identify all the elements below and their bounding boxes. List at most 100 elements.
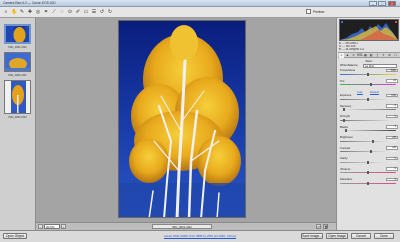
histogram-graph <box>340 21 398 40</box>
param-value-field[interactable]: 0 <box>386 114 398 118</box>
panel-tab-9[interactable]: ☐ <box>393 53 398 58</box>
param-label: Recovery <box>340 104 352 108</box>
section-title: Basic <box>365 59 373 63</box>
param-label: Exposure <box>340 94 352 97</box>
slider-handle[interactable] <box>369 150 372 154</box>
zoom-in-button[interactable]: + <box>61 224 66 229</box>
panel-tab-5[interactable]: ◧ <box>369 53 374 58</box>
rotate-left-icon[interactable]: ↺ <box>99 9 105 15</box>
preview-checkbox[interactable] <box>306 9 311 14</box>
panel-tab-0[interactable]: ◐ <box>339 53 344 58</box>
slider-handle[interactable] <box>367 97 369 101</box>
slider-handle[interactable] <box>342 118 345 122</box>
thumb-caption: IMG_0001.CR2 <box>8 46 27 49</box>
param-value-field[interactable]: +25 <box>386 146 398 150</box>
photo-birch-trees <box>119 21 245 217</box>
param-slider[interactable] <box>340 84 396 86</box>
param-value-field[interactable]: +5 <box>386 79 398 83</box>
rotate-ccw-icon[interactable]: ↺ <box>316 224 321 229</box>
param-value-field[interactable]: 0.00 <box>386 93 398 97</box>
panel-tab-4[interactable]: ▦ <box>363 53 368 58</box>
param-label: Temperature <box>340 69 356 72</box>
preferences-icon[interactable]: ☰ <box>91 9 97 15</box>
param-label: Contrast <box>340 146 351 150</box>
hand-icon[interactable]: ✋ <box>11 9 17 15</box>
slider-handle[interactable] <box>342 108 345 112</box>
param-label: Clarity <box>340 157 348 160</box>
bottom-bar: Open Object Adobe RGB (1998); 8 bit; 388… <box>0 230 400 242</box>
param-slider[interactable] <box>340 109 396 111</box>
white-balance-label: White Balance: <box>340 64 359 67</box>
auto-link[interactable]: Auto <box>357 90 363 94</box>
canvas-status-bar: − 20.5% + IMG_0001.CR2 ↺ 🗑 <box>36 222 336 230</box>
toolbar: ⌕ ✋ ✎ ✚ ◎ ⌗ ⟋ ◌ ⊙ ✐ ▭ ☰ ↺ ↻ Preview <box>0 7 400 18</box>
thumb-caption: IMG_0003.CR2 <box>8 116 27 119</box>
open-image-button[interactable]: Open Image <box>326 233 348 239</box>
param-slider[interactable] <box>340 130 396 132</box>
white-balance-select[interactable]: As Shot <box>363 63 397 68</box>
crop-icon[interactable]: ⌗ <box>43 9 49 15</box>
slider-handle[interactable] <box>369 83 372 87</box>
slider-handle[interactable] <box>367 181 369 185</box>
preview-label: Preview <box>313 10 325 14</box>
rotate-right-icon[interactable]: ↻ <box>107 9 113 15</box>
param-label: Saturation <box>340 178 353 181</box>
thumb-image <box>6 26 29 42</box>
thumb-image <box>5 81 30 113</box>
panel-tab-3[interactable]: HSL <box>357 53 363 58</box>
histogram <box>339 19 399 41</box>
param-value-field[interactable]: 0 <box>386 167 398 171</box>
filmstrip-thumb-3[interactable] <box>4 80 31 114</box>
red-eye-icon[interactable]: ⊙ <box>67 9 73 15</box>
param-slider[interactable] <box>340 140 396 142</box>
zoom-level-select[interactable]: 20.5% <box>44 224 60 229</box>
slider-handle[interactable] <box>367 160 369 164</box>
param-value-field[interactable]: 0 <box>386 177 398 181</box>
param-value-field[interactable]: 0 <box>386 156 398 160</box>
graduated-filter-icon[interactable]: ▭ <box>83 9 89 15</box>
straighten-icon[interactable]: ⟋ <box>51 9 57 15</box>
default-link[interactable]: Default <box>370 90 379 94</box>
spot-removal-icon[interactable]: ◌ <box>59 9 65 15</box>
param-value-field[interactable]: 5 <box>386 125 398 129</box>
zoom-icon[interactable]: ⌕ <box>3 9 9 15</box>
param-value-field[interactable]: 0 <box>386 104 398 108</box>
minimize-button[interactable]: – <box>369 1 377 6</box>
thumb-caption: IMG_0002.CR2 <box>8 74 27 77</box>
param-slider[interactable] <box>340 151 396 153</box>
param-label: Blacks <box>340 125 348 129</box>
adjustment-brush-icon[interactable]: ✐ <box>75 9 81 15</box>
workflow-options-link[interactable]: Adobe RGB (1998); 8 bit; 3888 by 2592 (1… <box>150 234 250 238</box>
delete-icon[interactable]: 🗑 <box>323 224 328 229</box>
window-title: Camera Raw 6.0 — Canon EOS 40D <box>3 1 56 5</box>
close-button[interactable]: × <box>388 1 396 6</box>
param-value-field[interactable]: +50 <box>386 135 398 139</box>
title-bar: Camera Raw 6.0 — Canon EOS 40D – □ × <box>0 0 400 7</box>
color-sampler-icon[interactable]: ✚ <box>27 9 33 15</box>
param-slider[interactable] <box>340 119 396 121</box>
panel-tab-6[interactable]: ƒ <box>375 53 380 58</box>
panel-tab-1[interactable]: ▲ <box>345 53 350 58</box>
filmstrip: IMG_0001.CR2 IMG_0002.CR2 IMG_0003.CR2 <box>0 18 36 230</box>
cancel-button[interactable]: Cancel <box>351 233 371 239</box>
slider-handle[interactable] <box>367 171 369 175</box>
slider-handle[interactable] <box>367 72 369 76</box>
param-value-field[interactable]: 5000 <box>386 68 398 72</box>
open-object-button[interactable]: Open Object <box>3 233 27 239</box>
param-label: Brightness <box>340 136 353 139</box>
preview-image[interactable] <box>118 20 246 218</box>
filmstrip-thumb-1[interactable] <box>4 24 31 44</box>
readout-line: B: --- 24-105@50 mm <box>339 48 365 51</box>
save-image-button[interactable]: Save Image... <box>301 233 323 239</box>
target-adjust-icon[interactable]: ◎ <box>35 9 41 15</box>
panel-tab-2[interactable]: ≡ <box>351 53 356 58</box>
white-balance-icon[interactable]: ✎ <box>19 9 25 15</box>
zoom-out-button[interactable]: − <box>38 224 43 229</box>
panel-tab-8[interactable]: ⚙ <box>387 53 392 58</box>
done-button[interactable]: Done <box>374 233 394 239</box>
param-label: Fill Light <box>340 115 351 118</box>
maximize-button[interactable]: □ <box>378 1 386 6</box>
filmstrip-thumb-2[interactable] <box>4 52 31 72</box>
panel-tab-7[interactable]: ✦ <box>381 53 386 58</box>
preview-canvas[interactable] <box>36 18 336 222</box>
